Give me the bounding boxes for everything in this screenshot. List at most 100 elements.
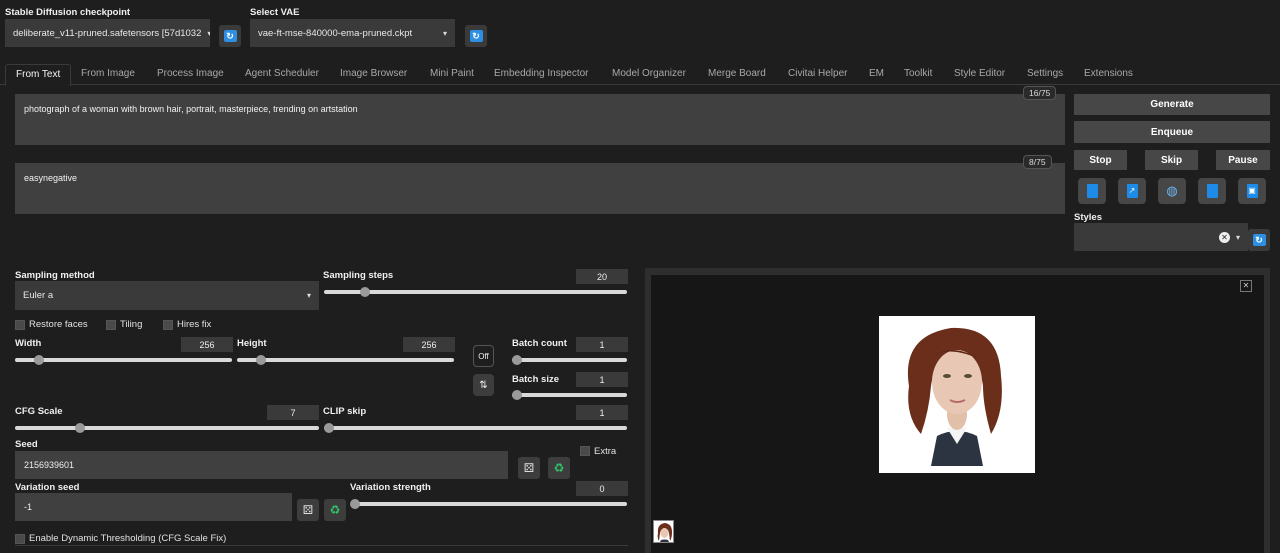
paste-button[interactable] (1078, 178, 1106, 204)
portrait-image[interactable] (879, 316, 1035, 473)
tiling-label: Tiling (120, 319, 143, 330)
slider-thumb[interactable] (75, 423, 86, 433)
batch-count-input[interactable]: 1 (576, 337, 628, 352)
tab-toolkit[interactable]: Toolkit (904, 68, 932, 79)
width-input[interactable]: 256 (181, 337, 233, 352)
refresh-icon: ↻ (1252, 234, 1266, 246)
tab-merge-board[interactable]: Merge Board (708, 68, 766, 79)
cfg-scale-input[interactable]: 7 (267, 405, 319, 420)
output-gallery: ✕ (645, 268, 1270, 553)
variation-seed-input[interactable]: -1 (15, 493, 292, 521)
vae-refresh-button[interactable]: ↻ (465, 25, 487, 47)
tab-from-text[interactable]: From Text (5, 64, 72, 86)
pause-button[interactable]: Pause (1216, 150, 1270, 170)
batch-size-label: Batch size (512, 374, 559, 385)
batch-size-input[interactable]: 1 (576, 372, 628, 387)
skip-button[interactable]: Skip (1145, 150, 1198, 170)
checkpoint-refresh-button[interactable]: ↻ (219, 25, 241, 47)
variation-seed-label: Variation seed (15, 482, 80, 493)
sampling-method-value: Euler a (23, 290, 54, 301)
recycle-icon: ♻ (329, 503, 341, 517)
sampling-steps-slider[interactable] (324, 287, 627, 297)
slider-thumb[interactable] (33, 355, 44, 365)
variation-strength-slider[interactable] (350, 499, 627, 509)
variation-strength-label: Variation strength (350, 482, 431, 493)
reuse-seed-button[interactable]: ♻ (548, 457, 570, 479)
variation-strength-input[interactable]: 0 (576, 481, 628, 496)
negative-prompt[interactable]: easynegative (15, 163, 1065, 214)
hires-fix-checkbox[interactable] (163, 320, 173, 330)
stop-button[interactable]: Stop (1074, 150, 1127, 170)
tab-agent-scheduler[interactable]: Agent Scheduler (245, 68, 319, 79)
tab-embedding-inspector[interactable]: Embedding Inspector (494, 68, 589, 79)
extra-label: Extra (594, 446, 617, 457)
tab-em[interactable]: EM (869, 68, 884, 79)
checkpoint-value: deliberate_v11-pruned.safetensors [57d10… (13, 27, 202, 39)
close-icon[interactable]: ✕ (1240, 280, 1252, 292)
slider-thumb[interactable] (511, 355, 522, 365)
section-divider (15, 545, 628, 546)
dynamic-thresholding-checkbox[interactable] (15, 534, 25, 544)
styles-dropdown[interactable]: ✕ ▾ (1074, 223, 1248, 251)
sampling-method-dropdown[interactable]: Euler a ▾ (15, 281, 319, 310)
generate-button[interactable]: Generate (1074, 94, 1270, 115)
width-slider[interactable] (15, 355, 232, 365)
positive-prompt[interactable]: photograph of a woman with brown hair, p… (15, 94, 1065, 145)
negative-token-counter: 8/75 (1023, 155, 1052, 169)
variation-seed-value: -1 (24, 502, 33, 512)
enqueue-button[interactable]: Enqueue (1074, 121, 1270, 143)
restore-faces-checkbox[interactable] (15, 320, 25, 330)
tab-settings[interactable]: Settings (1027, 68, 1063, 79)
tiling-checkbox[interactable] (106, 320, 116, 330)
hires-off-button[interactable]: Off (473, 345, 494, 367)
globe-button[interactable]: ◍ (1158, 178, 1186, 204)
clip-skip-slider[interactable] (323, 423, 627, 433)
tab-bar: From Text From Image Process Image Agent… (0, 64, 1280, 86)
dice-icon: ⚄ (523, 461, 535, 475)
batch-count-label: Batch count (512, 338, 567, 349)
vae-value: vae-ft-mse-840000-ema-pruned.ckpt (258, 27, 413, 39)
notebook-button[interactable] (1198, 178, 1226, 204)
random-variation-seed-button[interactable]: ⚄ (297, 499, 319, 521)
vae-dropdown[interactable]: vae-ft-mse-840000-ema-pruned.ckpt ▾ (250, 19, 455, 47)
cfg-scale-slider[interactable] (15, 423, 319, 433)
sampling-steps-label: Sampling steps (323, 270, 394, 281)
tab-mini-paint[interactable]: Mini Paint (430, 68, 474, 79)
checkpoint-dropdown[interactable]: deliberate_v11-pruned.safetensors [57d10… (5, 19, 210, 47)
tab-civitai-helper[interactable]: Civitai Helper (788, 68, 847, 79)
slider-thumb[interactable] (255, 355, 266, 365)
swap-dimensions-button[interactable]: ⇅ (473, 374, 494, 396)
tab-style-editor[interactable]: Style Editor (954, 68, 1005, 79)
extra-checkbox[interactable] (580, 446, 590, 456)
batch-count-slider[interactable] (511, 355, 627, 365)
clip-skip-label: CLIP skip (323, 406, 367, 417)
height-slider[interactable] (237, 355, 454, 365)
sampling-steps-input[interactable]: 20 (576, 269, 628, 284)
save-style-button[interactable]: ▣ (1238, 178, 1266, 204)
slider-thumb[interactable] (511, 390, 522, 400)
seed-input[interactable]: 2156939601 (15, 451, 508, 479)
reuse-variation-seed-button[interactable]: ♻ (324, 499, 346, 521)
paint-icon: ↗ (1126, 184, 1138, 198)
clip-skip-input[interactable]: 1 (576, 405, 628, 420)
vae-label: Select VAE (250, 7, 300, 18)
batch-size-slider[interactable] (511, 390, 627, 400)
tab-from-image[interactable]: From Image (81, 68, 135, 79)
cfg-scale-label: CFG Scale (15, 406, 63, 417)
clear-icon[interactable]: ✕ (1218, 231, 1230, 243)
gallery-thumbnail[interactable] (653, 520, 674, 543)
paint-button[interactable]: ↗ (1118, 178, 1146, 204)
height-input[interactable]: 256 (403, 337, 455, 352)
negative-prompt-text: easynegative (24, 173, 78, 183)
tab-image-browser[interactable]: Image Browser (340, 68, 407, 79)
slider-thumb[interactable] (359, 287, 370, 297)
dynamic-thresholding-label: Enable Dynamic Thresholding (CFG Scale F… (29, 533, 227, 544)
random-seed-button[interactable]: ⚄ (518, 457, 540, 479)
tab-model-organizer[interactable]: Model Organizer (612, 68, 686, 79)
styles-refresh-button[interactable]: ↻ (1248, 229, 1270, 251)
slider-thumb[interactable] (350, 499, 361, 509)
slider-thumb[interactable] (323, 423, 334, 433)
globe-icon: ◍ (1166, 183, 1178, 198)
tab-process-image[interactable]: Process Image (157, 68, 224, 79)
tab-extensions[interactable]: Extensions (1084, 68, 1133, 79)
